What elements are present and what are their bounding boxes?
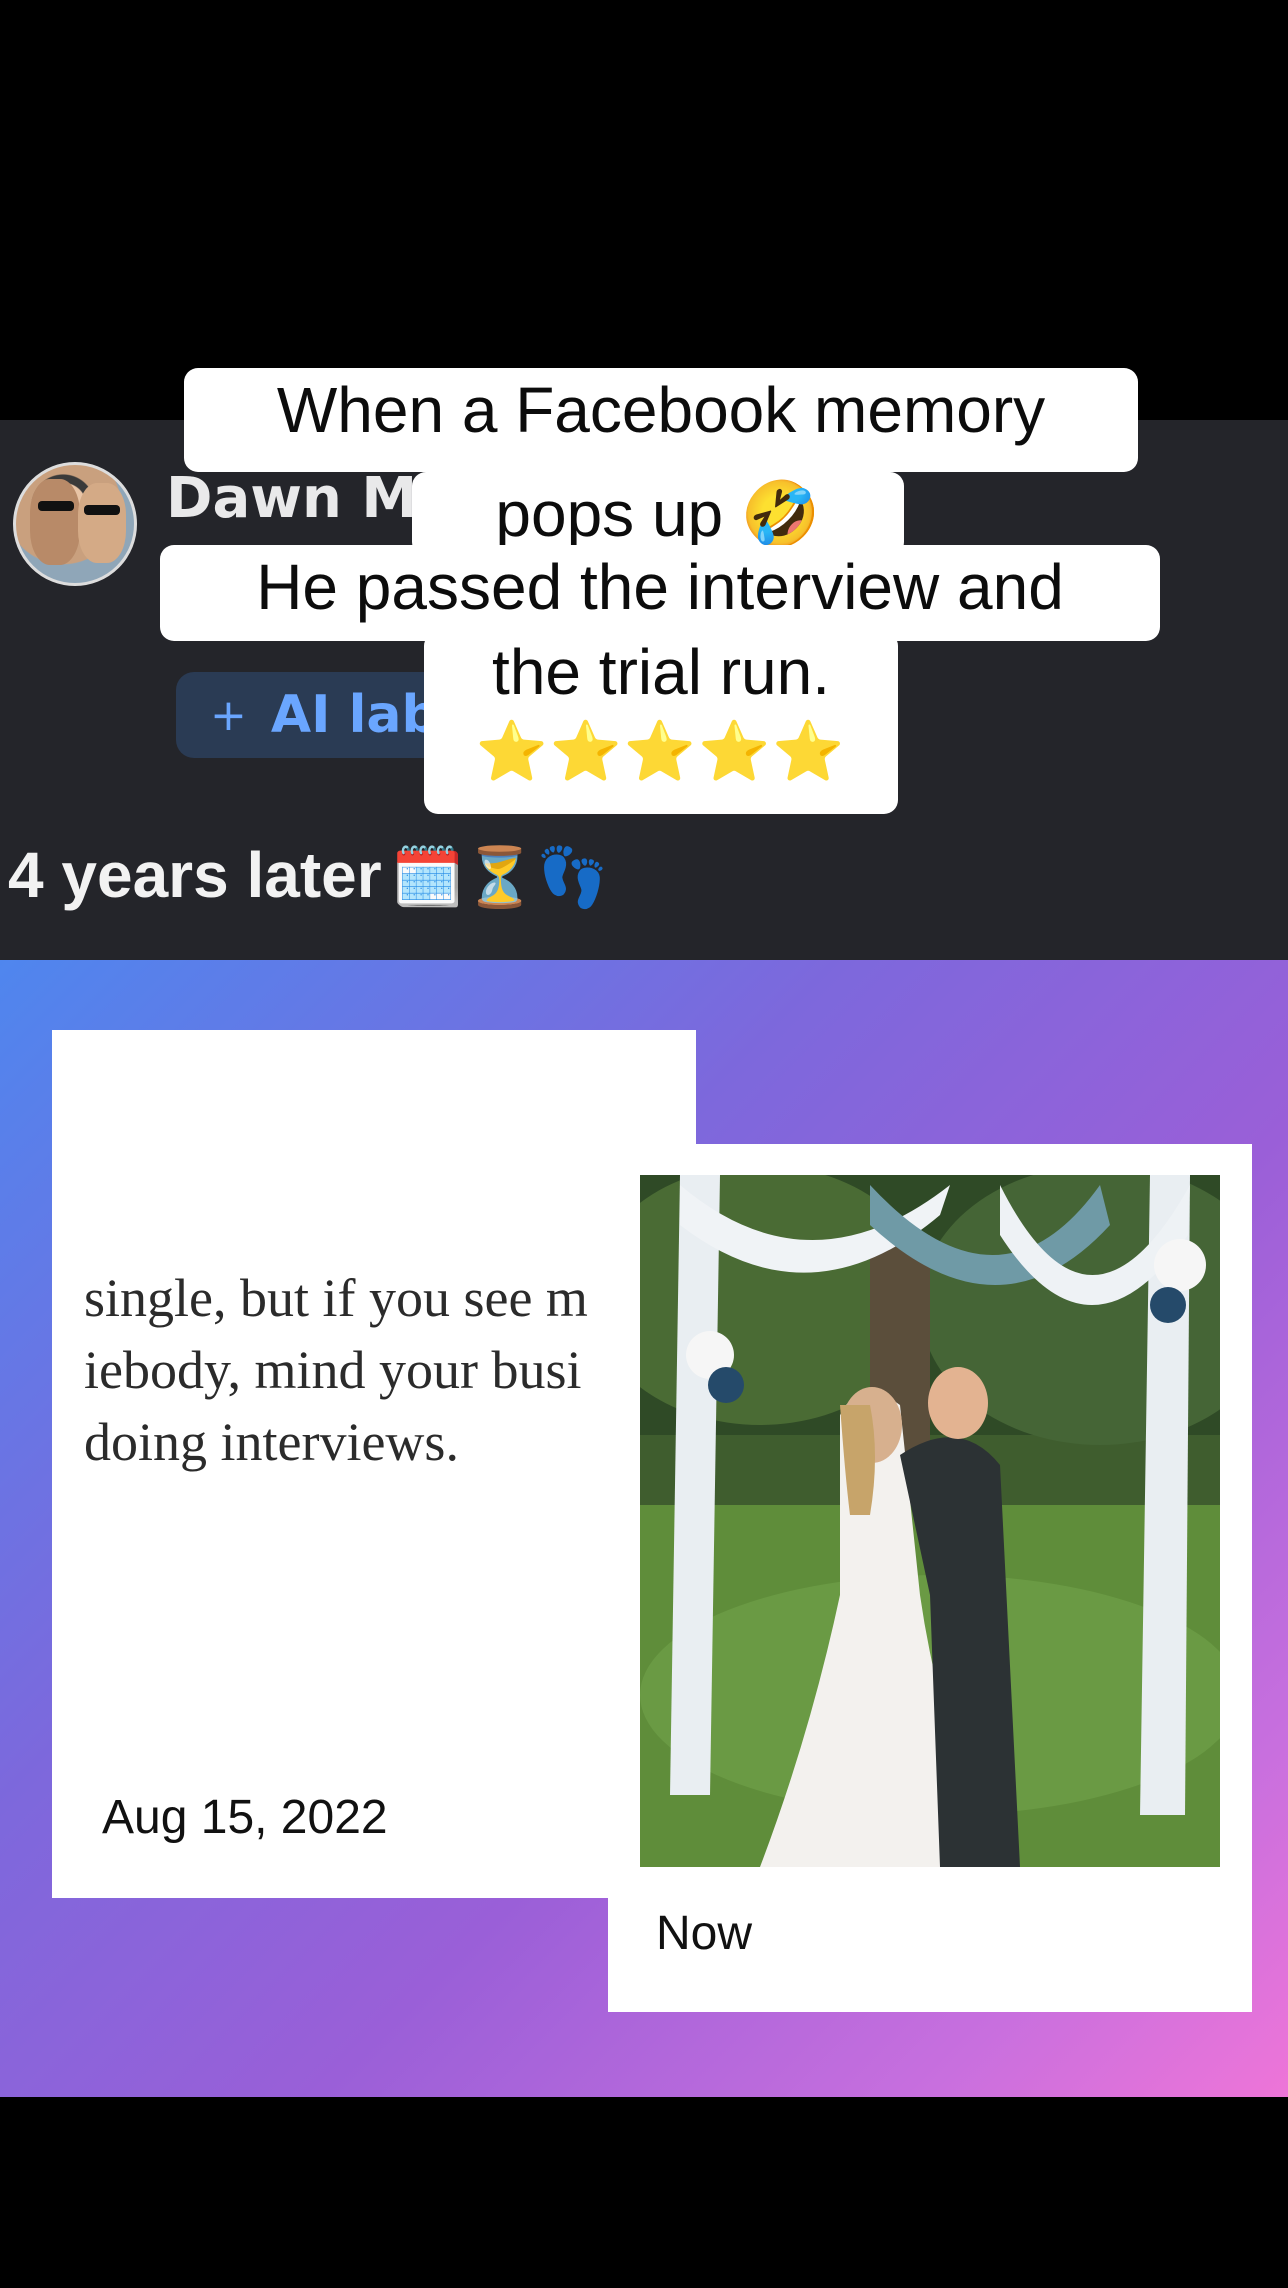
caption-line-2: pops up 🤣 [412,472,904,556]
avatar[interactable] [13,462,137,586]
wedding-photo-illustration [640,1175,1220,1867]
top-black-area [0,0,1288,420]
memory-text: single, but if you see m iebody, mind yo… [84,1262,608,1478]
memory-text-line: single, but if you see m [84,1268,588,1328]
memory-text-line: doing interviews. [84,1412,459,1472]
subheading: 4 years later 🗓️⏳👣 [8,838,608,912]
memory-date: Aug 15, 2022 [102,1791,388,1844]
caption-line-1: When a Facebook memory [184,368,1138,472]
bottom-black-area [0,2097,1288,2288]
now-label: Now [656,1907,753,1960]
caption-line-4: the trial run. ⭐⭐⭐⭐⭐ [424,632,898,814]
caption-line-3: He passed the interview and [160,545,1160,641]
caption-line-4-text: the trial run. [492,636,830,708]
ai-label-button[interactable]: + AI lab [176,672,456,758]
memory-text-line: iebody, mind your busi [84,1340,582,1400]
subheading-emoji: 🗓️⏳👣 [391,845,609,910]
subheading-text: 4 years later [8,839,382,911]
star-rating: ⭐⭐⭐⭐⭐ [475,719,847,784]
wedding-photo [640,1175,1220,1867]
plus-icon: + [210,689,247,741]
ai-label-text: AI lab [270,685,439,745]
